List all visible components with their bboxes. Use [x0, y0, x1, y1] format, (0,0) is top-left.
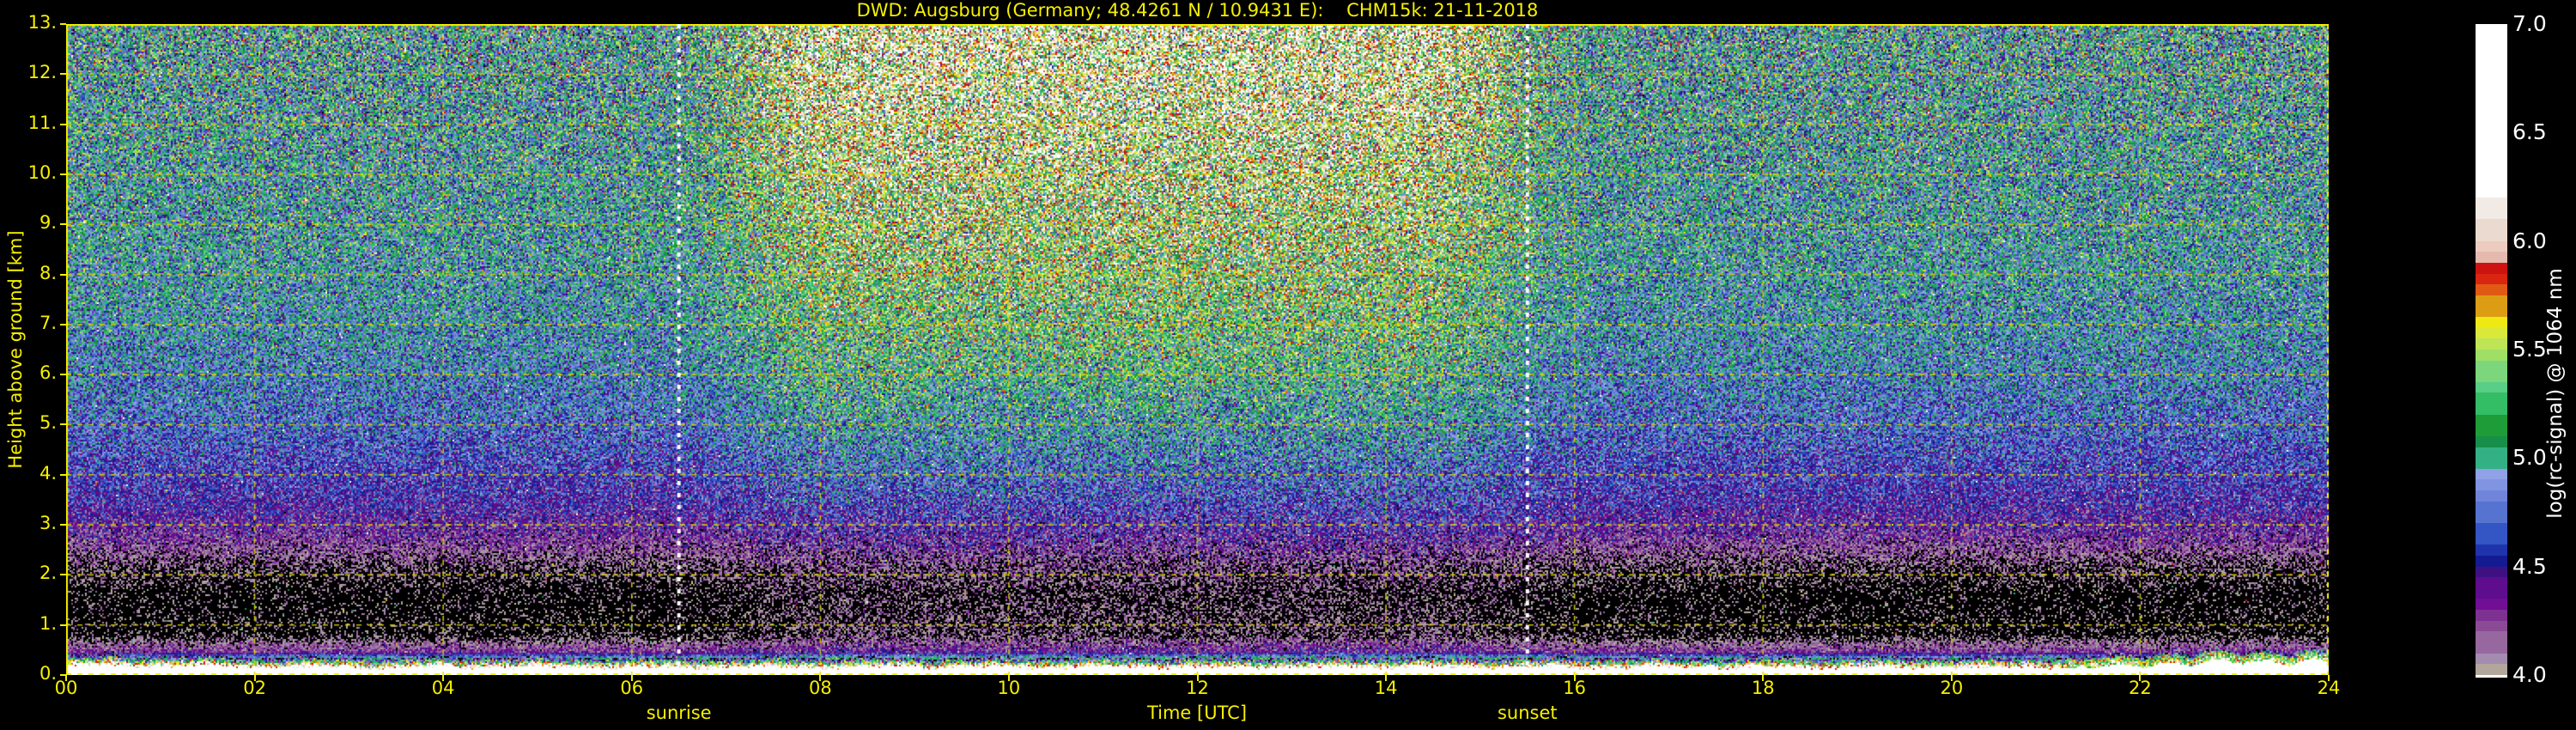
- colorbar-band: [2476, 567, 2507, 578]
- colorbar-tick-label: 5.0: [2512, 445, 2547, 470]
- colorbar: [2476, 24, 2507, 678]
- colorbar-band: [2476, 392, 2507, 414]
- colorbar-band: [2476, 350, 2507, 361]
- colorbar-band: [2476, 252, 2507, 263]
- y-tick-label: 5.: [2, 412, 57, 433]
- y-tick-label: 0.: [2, 663, 57, 684]
- plot-title: DWD: Augsburg (Germany; 48.4261 N / 10.9…: [66, 0, 2329, 21]
- colorbar-tick-label: 7.0: [2512, 11, 2547, 36]
- colorbar-band: [2476, 621, 2507, 632]
- colorbar-band: [2476, 219, 2507, 240]
- colorbar-band: [2476, 469, 2507, 480]
- colorbar-band: [2476, 610, 2507, 621]
- y-tick-label: 3.: [2, 513, 57, 533]
- y-tick-mark: [60, 524, 66, 526]
- y-tick-label: 7.: [2, 313, 57, 333]
- heatmap-canvas: [66, 24, 2329, 675]
- colorbar-band: [2476, 382, 2507, 393]
- colorbar-band: [2476, 447, 2507, 469]
- y-tick-mark: [60, 73, 66, 75]
- sunset-annotation: sunset: [1498, 703, 1558, 723]
- colorbar-label: log(rc-signal) @ 1064 nm: [2544, 268, 2567, 518]
- colorbar-band: [2476, 664, 2507, 675]
- colorbar-band: [2476, 654, 2507, 665]
- figure-root: DWD: Augsburg (Germany; 48.4261 N / 10.9…: [0, 0, 2576, 730]
- colorbar-band: [2476, 556, 2507, 567]
- colorbar-band: [2476, 502, 2507, 523]
- colorbar-band: [2476, 295, 2507, 317]
- colorbar-tick-label: 6.0: [2512, 228, 2547, 253]
- colorbar-band: [2476, 263, 2507, 274]
- colorbar-band: [2476, 284, 2507, 295]
- y-tick-label: 1.: [2, 613, 57, 634]
- x-tick-mark: [65, 675, 67, 681]
- x-axis-label: Time [UTC]: [1147, 703, 1247, 723]
- colorbar-band: [2476, 544, 2507, 556]
- colorbar-band: [2476, 479, 2507, 490]
- x-tick-mark: [2139, 675, 2141, 681]
- x-tick-mark: [2328, 675, 2330, 681]
- colorbar-band: [2476, 577, 2507, 599]
- colorbar-band: [2476, 241, 2507, 252]
- y-tick-label: 6.: [2, 362, 57, 383]
- y-tick-mark: [60, 223, 66, 225]
- x-tick-mark: [1951, 675, 1953, 681]
- colorbar-band: [2476, 274, 2507, 285]
- y-tick-mark: [60, 574, 66, 575]
- x-tick-mark: [1008, 675, 1010, 681]
- y-tick-label: 10.: [2, 162, 57, 183]
- x-tick-mark: [1574, 675, 1576, 681]
- y-tick-label: 4.: [2, 463, 57, 484]
- x-tick-mark: [1762, 675, 1764, 681]
- colorbar-band: [2476, 415, 2507, 436]
- y-tick-label: 8.: [2, 263, 57, 283]
- x-tick-mark: [254, 675, 256, 681]
- colorbar-band: [2476, 24, 2507, 198]
- colorbar-band: [2476, 523, 2507, 544]
- colorbar-tick-label: 5.5: [2512, 337, 2547, 362]
- colorbar-band: [2476, 631, 2507, 653]
- colorbar-band: [2476, 328, 2507, 339]
- y-tick-mark: [60, 274, 66, 276]
- y-tick-mark: [60, 624, 66, 626]
- y-tick-label: 13.: [2, 12, 57, 33]
- colorbar-band: [2476, 490, 2507, 502]
- colorbar-band: [2476, 436, 2507, 447]
- y-tick-mark: [60, 23, 66, 25]
- y-tick-mark: [60, 423, 66, 425]
- colorbar-band: [2476, 599, 2507, 610]
- sunrise-annotation: sunrise: [647, 703, 712, 723]
- y-tick-label: 12.: [2, 62, 57, 82]
- y-tick-mark: [60, 173, 66, 175]
- x-tick-mark: [442, 675, 444, 681]
- y-tick-label: 2.: [2, 563, 57, 583]
- y-tick-label: 11.: [2, 113, 57, 133]
- y-tick-label: 9.: [2, 212, 57, 233]
- colorbar-band: [2476, 317, 2507, 328]
- y-tick-mark: [60, 124, 66, 125]
- colorbar-tick-label: 6.5: [2512, 119, 2547, 144]
- x-tick-mark: [1385, 675, 1387, 681]
- colorbar-tick-label: 4.0: [2512, 662, 2547, 687]
- x-tick-mark: [819, 675, 821, 681]
- y-tick-mark: [60, 324, 66, 325]
- y-tick-mark: [60, 374, 66, 375]
- colorbar-band: [2476, 338, 2507, 350]
- colorbar-band: [2476, 198, 2507, 219]
- colorbar-band: [2476, 361, 2507, 382]
- y-tick-mark: [60, 474, 66, 476]
- x-tick-mark: [1197, 675, 1199, 681]
- x-tick-mark: [631, 675, 633, 681]
- colorbar-tick-label: 4.5: [2512, 554, 2547, 579]
